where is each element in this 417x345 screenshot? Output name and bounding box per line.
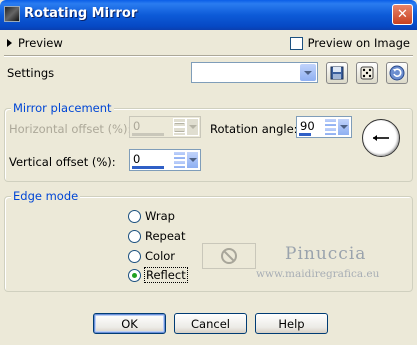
expand-triangle-icon: [7, 39, 12, 47]
radio-repeat[interactable]: [128, 229, 141, 243]
horizontal-offset-label: Horizontal offset (%):: [9, 122, 132, 136]
edge-mode-title: Edge mode: [11, 189, 81, 203]
edge-color-swatch[interactable]: [202, 243, 256, 269]
disabled-icon: [221, 248, 237, 264]
close-icon: ✕: [397, 7, 408, 22]
decrement-icon[interactable]: [173, 127, 186, 136]
help-button[interactable]: Help: [255, 313, 328, 334]
preview-on-image-label: Preview on Image: [307, 36, 410, 50]
preset-dropdown[interactable]: [191, 62, 318, 83]
settings-label: Settings: [7, 66, 55, 80]
increment-icon[interactable]: [173, 151, 186, 160]
dice-icon: [360, 66, 374, 80]
edge-mode-option-reflect[interactable]: Reflect: [128, 267, 188, 283]
radio-label: Reflect: [144, 267, 188, 283]
mirror-placement-title: Mirror placement: [11, 101, 114, 115]
vertical-offset-slider[interactable]: [132, 166, 164, 169]
horizontal-offset-value: 0: [133, 119, 141, 133]
save-icon: [330, 66, 344, 80]
increment-icon[interactable]: [173, 118, 186, 127]
vertical-offset-value: 0: [133, 152, 141, 166]
preview-row: Preview Preview on Image: [0, 30, 417, 56]
title-bar[interactable]: Rotating Mirror ✕: [0, 0, 417, 30]
radio-label: Repeat: [145, 229, 186, 243]
slider-dropdown-icon[interactable]: [186, 118, 199, 136]
decrement-icon[interactable]: [324, 127, 337, 136]
edge-mode-option-wrap[interactable]: Wrap: [128, 209, 175, 223]
slider-dropdown-icon[interactable]: [186, 151, 199, 169]
radio-label: Wrap: [145, 209, 175, 223]
preview-on-image-option[interactable]: Preview on Image: [289, 36, 410, 50]
close-button[interactable]: ✕: [392, 4, 413, 25]
ok-button[interactable]: OK: [93, 313, 166, 334]
watermark-url: www.maidiregrafica.eu: [256, 268, 380, 280]
preview-label: Preview: [18, 36, 63, 50]
window-title: Rotating Mirror: [24, 6, 138, 21]
chevron-down-icon[interactable]: [300, 64, 316, 81]
divider: [4, 55, 413, 57]
rotation-angle-value: 90: [300, 119, 315, 133]
cancel-button[interactable]: Cancel: [174, 313, 247, 334]
rotation-angle-slider[interactable]: [299, 133, 311, 136]
radio-color[interactable]: [128, 249, 141, 263]
rotating-mirror-dialog: Rotating Mirror ✕ Preview Preview on Ima…: [0, 0, 417, 345]
edge-mode-option-repeat[interactable]: Repeat: [128, 229, 185, 243]
rotation-angle-stepper[interactable]: 90: [296, 116, 352, 138]
preview-toggle[interactable]: Preview: [7, 36, 63, 50]
vertical-offset-stepper[interactable]: 0: [129, 149, 201, 171]
app-icon: [4, 6, 20, 22]
rotation-dial[interactable]: [362, 119, 400, 157]
rotation-angle-label: Rotation angle:: [210, 122, 298, 136]
reset-button[interactable]: [386, 62, 408, 84]
radio-label: Color: [145, 249, 176, 263]
horizontal-offset-slider[interactable]: [132, 133, 164, 136]
randomize-button[interactable]: [356, 62, 378, 84]
arrow-left-icon: [373, 135, 389, 141]
decrement-icon[interactable]: [173, 160, 186, 169]
vertical-offset-label: Vertical offset (%):: [9, 155, 116, 169]
reset-icon: [389, 65, 405, 81]
horizontal-offset-stepper[interactable]: 0: [129, 116, 201, 138]
radio-wrap[interactable]: [128, 209, 141, 223]
preview-on-image-checkbox[interactable]: [289, 36, 303, 50]
save-preset-button[interactable]: [326, 62, 348, 84]
watermark-name: Pinuccia: [285, 244, 367, 264]
radio-reflect[interactable]: [128, 268, 141, 282]
edge-mode-option-color[interactable]: Color: [128, 249, 175, 263]
increment-icon[interactable]: [324, 118, 337, 127]
slider-dropdown-icon[interactable]: [337, 118, 350, 136]
